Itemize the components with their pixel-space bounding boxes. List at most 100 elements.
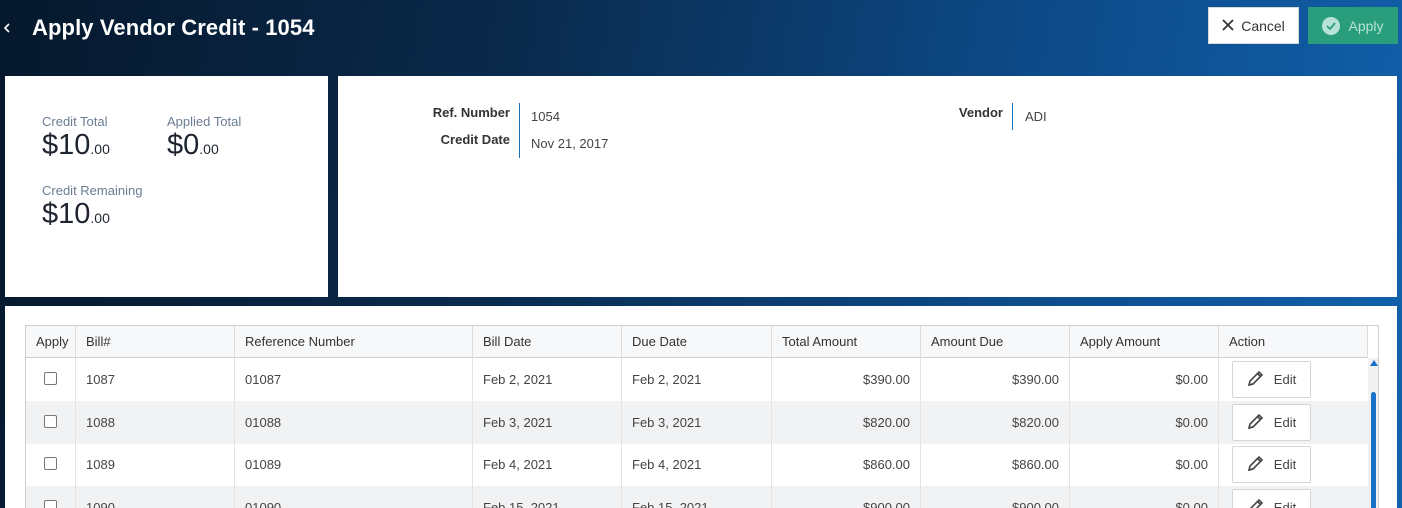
apply-cell bbox=[26, 358, 76, 401]
vendor-label: Vendor bbox=[958, 105, 1003, 120]
edit-button-label: Edit bbox=[1273, 414, 1297, 430]
edit-button-label: Edit bbox=[1273, 499, 1297, 508]
cell-due-date: Feb 4, 2021 bbox=[622, 443, 772, 486]
apply-button-label: Apply bbox=[1348, 17, 1384, 34]
credit-total-dollars: $10 bbox=[42, 129, 91, 161]
table-header: Apply Bill# Reference Number Bill Date D… bbox=[26, 326, 1368, 358]
credit-total-cents: .00 bbox=[90, 141, 110, 157]
pencil-icon bbox=[1247, 369, 1265, 390]
cell-ref: 01088 bbox=[235, 400, 473, 444]
cell-apply: $0.00 bbox=[1070, 443, 1219, 486]
cancel-button-label: Cancel bbox=[1241, 17, 1285, 34]
credit-remaining-amount: $10.00 bbox=[42, 199, 142, 233]
credit-date-label: Credit Date bbox=[440, 132, 510, 147]
scroll-thumb[interactable] bbox=[1371, 392, 1376, 508]
applied-total-dollars: $0 bbox=[167, 129, 200, 161]
credit-info-panel: Ref. Number Credit Date 1054 Nov 21, 201… bbox=[338, 76, 1397, 297]
edit-button-label: Edit bbox=[1273, 372, 1297, 387]
cell-bill-date: Feb 4, 2021 bbox=[473, 443, 622, 486]
cell-total: $390.00 bbox=[772, 358, 921, 401]
table-scrollbar[interactable] bbox=[1368, 358, 1378, 508]
edit-button[interactable]: Edit bbox=[1232, 488, 1311, 508]
cancel-button[interactable]: Cancel bbox=[1208, 7, 1299, 44]
ref-number-label: Ref. Number bbox=[432, 105, 510, 120]
credit-total-label: Credit Total bbox=[42, 114, 108, 129]
cell-apply: $0.00 bbox=[1070, 400, 1219, 444]
col-apply[interactable]: Apply bbox=[26, 326, 76, 358]
credit-remaining-dollars: $10 bbox=[42, 198, 91, 230]
credit-remaining: Credit Remaining $10.00 bbox=[42, 183, 142, 233]
col-action: Action bbox=[1219, 326, 1368, 358]
cell-bill-date: Feb 2, 2021 bbox=[473, 358, 622, 401]
apply-cell bbox=[26, 485, 76, 508]
applied-total-label: Applied Total bbox=[167, 114, 242, 129]
cell-bill-date: Feb 3, 2021 bbox=[473, 400, 622, 444]
page-title: Apply Vendor Credit - 1054 bbox=[32, 15, 315, 40]
col-bill-number[interactable]: Bill# bbox=[76, 326, 235, 358]
table-row: 1087 01087 Feb 2, 2021 Feb 2, 2021 $390.00 $3… bbox=[26, 358, 1368, 401]
scroll-up-arrow-icon[interactable] bbox=[1370, 360, 1378, 366]
edit-button[interactable]: Edit bbox=[1232, 361, 1311, 398]
close-icon bbox=[1222, 18, 1234, 34]
back-chevron-icon[interactable] bbox=[3, 18, 15, 38]
cell-bill: 1088 bbox=[76, 400, 235, 444]
apply-cell bbox=[26, 443, 76, 486]
cell-due-date: Feb 3, 2021 bbox=[622, 400, 772, 444]
vendor-divider bbox=[1012, 103, 1013, 130]
cell-total: $820.00 bbox=[772, 400, 921, 444]
ref-number-value: 1054 bbox=[531, 109, 560, 124]
cell-due: $390.00 bbox=[921, 358, 1070, 401]
page-header: Apply Vendor Credit - 1054 Cancel Apply bbox=[0, 0, 1402, 58]
vendor-value: ADI bbox=[1025, 109, 1047, 124]
cell-bill-date: Feb 15, 2021 bbox=[473, 485, 622, 508]
totals-panel: Credit Total $10.00 Applied Total $0.00 … bbox=[5, 76, 328, 297]
col-reference-number[interactable]: Reference Number bbox=[235, 326, 473, 358]
table-row: 1088 01088 Feb 3, 2021 Feb 3, 2021 $820.00 $8… bbox=[26, 400, 1368, 444]
bills-table: Apply Bill# Reference Number Bill Date D… bbox=[25, 325, 1379, 508]
cell-apply: $0.00 bbox=[1070, 485, 1219, 508]
apply-checkbox[interactable] bbox=[44, 457, 57, 470]
pencil-icon bbox=[1247, 497, 1265, 508]
info-divider bbox=[519, 103, 520, 158]
applied-total-amount: $0.00 bbox=[167, 130, 241, 164]
cell-bill: 1090 bbox=[76, 485, 235, 508]
cell-apply: $0.00 bbox=[1070, 358, 1219, 401]
cell-ref: 01090 bbox=[235, 485, 473, 508]
edit-button-label: Edit bbox=[1273, 457, 1297, 472]
pencil-icon bbox=[1247, 412, 1265, 433]
col-bill-date[interactable]: Bill Date bbox=[473, 326, 622, 358]
cell-due: $860.00 bbox=[921, 443, 1070, 486]
credit-remaining-cents: .00 bbox=[90, 210, 110, 226]
credit-date-value: Nov 21, 2017 bbox=[531, 136, 609, 151]
credit-total: Credit Total $10.00 bbox=[42, 114, 110, 164]
cell-due-date: Feb 2, 2021 bbox=[622, 358, 772, 401]
table-row: 1089 01089 Feb 4, 2021 Feb 4, 2021 $860.00 $8… bbox=[26, 443, 1368, 486]
cell-ref: 01089 bbox=[235, 443, 473, 486]
edit-button[interactable]: Edit bbox=[1232, 403, 1311, 441]
apply-checkbox[interactable] bbox=[44, 414, 57, 428]
apply-checkbox[interactable] bbox=[44, 372, 57, 385]
applied-total-cents: .00 bbox=[199, 141, 219, 157]
col-total-amount[interactable]: Total Amount bbox=[772, 326, 921, 358]
apply-checkbox[interactable] bbox=[44, 499, 57, 508]
apply-cell bbox=[26, 400, 76, 444]
cell-total: $900.00 bbox=[772, 485, 921, 508]
cell-bill: 1087 bbox=[76, 358, 235, 401]
cell-ref: 01087 bbox=[235, 358, 473, 401]
col-due-date[interactable]: Due Date bbox=[622, 326, 772, 358]
edit-button[interactable]: Edit bbox=[1232, 446, 1311, 483]
cell-bill: 1089 bbox=[76, 443, 235, 486]
col-apply-amount[interactable]: Apply Amount bbox=[1070, 326, 1219, 358]
bills-panel: Apply Bill# Reference Number Bill Date D… bbox=[5, 306, 1397, 508]
cell-due: $900.00 bbox=[921, 485, 1070, 508]
applied-total: Applied Total $0.00 bbox=[167, 114, 241, 164]
credit-remaining-label: Credit Remaining bbox=[42, 183, 143, 198]
apply-button[interactable]: Apply bbox=[1308, 7, 1398, 44]
table-row: 1090 01090 Feb 15, 2021 Feb 15, 2021 $900.00… bbox=[26, 485, 1368, 508]
col-amount-due[interactable]: Amount Due bbox=[921, 326, 1070, 358]
cell-due: $820.00 bbox=[921, 400, 1070, 444]
cell-total: $860.00 bbox=[772, 443, 921, 486]
pencil-icon bbox=[1247, 454, 1265, 475]
cell-due-date: Feb 15, 2021 bbox=[622, 485, 772, 508]
check-circle-icon bbox=[1322, 16, 1341, 35]
